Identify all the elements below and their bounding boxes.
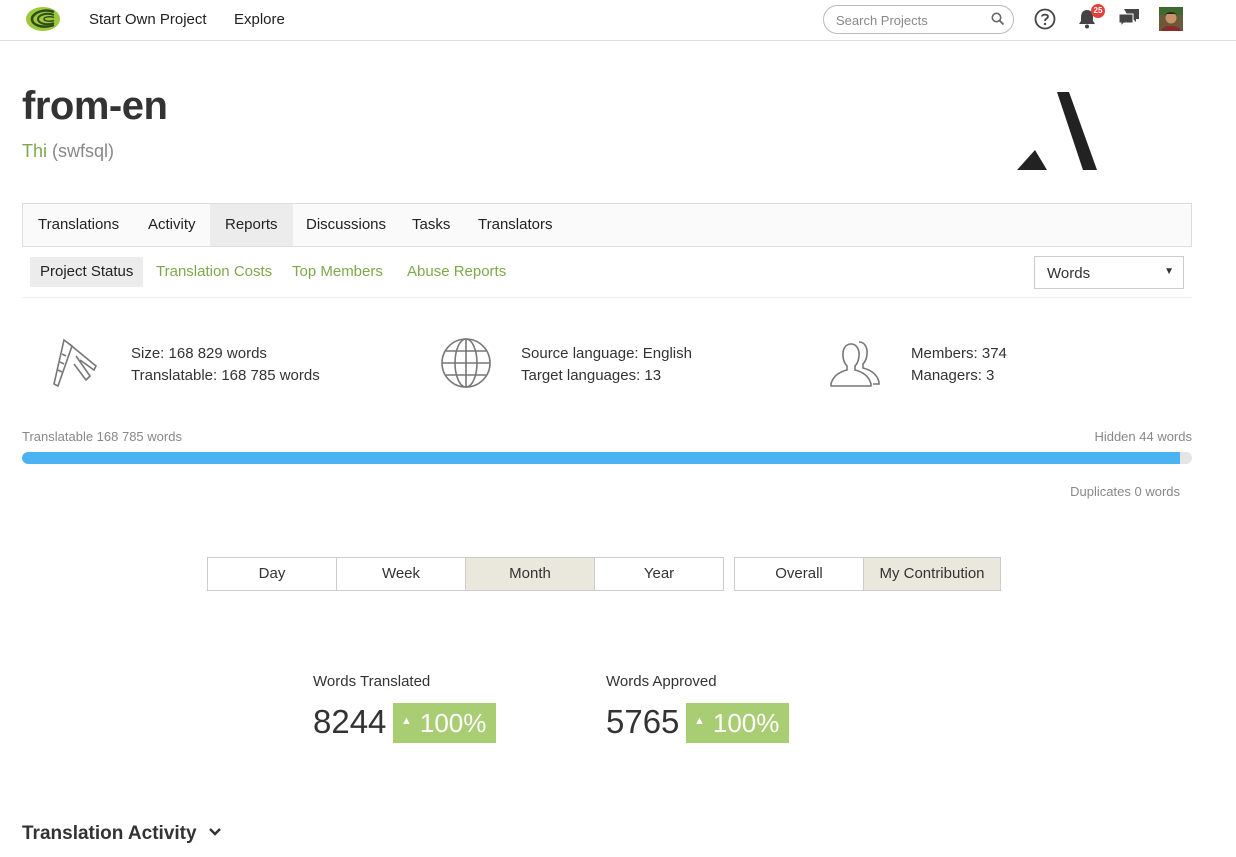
project-size-stats: Size: 168 829 words Translatable: 168 78… [131,343,320,387]
managers-text: Managers: 3 [911,367,995,384]
subtab-top-members[interactable]: Top Members [282,257,393,287]
user-avatar[interactable] [1159,7,1183,31]
period-year-button[interactable]: Year [594,557,724,591]
chevron-down-icon: ▼ [1164,266,1174,277]
tab-tasks[interactable]: Tasks [397,204,465,246]
scope-overall-button[interactable]: Overall [734,557,864,591]
subtab-abuse-reports[interactable]: Abuse Reports [397,257,516,287]
top-navbar: Start Own Project Explore 25 [0,0,1236,41]
progress-translatable-label: Translatable 168 785 words [22,429,182,444]
tab-translations[interactable]: Translations [23,204,134,246]
language-stats: Source language: English Target language… [521,343,692,387]
project-title: from-en [22,84,168,128]
chevron-down-icon[interactable] [208,827,222,837]
project-owner: Thi (swfsql) [22,141,114,162]
triangle-up-icon: ▲ [401,715,412,728]
search-box[interactable] [823,5,1014,34]
triangle-up-icon: ▲ [694,715,705,728]
notification-count-badge: 25 [1091,4,1105,18]
translation-activity-title: Translation Activity [22,823,197,844]
size-text: Size: 168 829 words [131,345,267,362]
words-translated-value: 8244 [313,703,387,740]
words-translated-change: 100% [419,708,487,738]
words-translated-label: Words Translated [313,673,431,690]
progress-hidden-label: Hidden 44 words [1094,429,1192,444]
tab-reports[interactable]: Reports [210,204,293,246]
owner-name-link[interactable]: Thi [22,141,47,161]
words-translated-change-badge: ▲ 100% [393,703,497,743]
period-week-button[interactable]: Week [336,557,466,591]
words-approved-change: 100% [712,708,780,738]
search-input[interactable] [836,11,986,29]
members-icon [830,341,880,387]
crowdin-logo-icon[interactable] [24,5,62,33]
target-languages-text: Target languages: 13 [521,367,662,384]
nav-start-own-project[interactable]: Start Own Project [89,11,207,28]
period-month-button[interactable]: Month [465,557,595,591]
tab-translators[interactable]: Translators [463,204,567,246]
project-tabs: Translations Activity Reports Discussion… [22,203,1192,247]
owner-handle: (swfsql) [52,141,115,161]
words-approved-label: Words Approved [606,673,717,690]
subtab-project-status[interactable]: Project Status [30,257,144,287]
members-text: Members: 374 [911,345,1007,362]
nav-explore[interactable]: Explore [234,11,285,28]
tab-discussions[interactable]: Discussions [291,204,401,246]
caliper-icon [53,338,98,388]
search-icon[interactable] [991,12,1005,26]
messages-icon[interactable] [1118,8,1140,28]
translatable-progress-bar [22,452,1192,464]
translatable-text: Translatable: 168 785 words [131,367,320,384]
project-logo-icon [1017,92,1097,170]
scope-my-contribution-button[interactable]: My Contribution [863,557,1001,591]
help-icon[interactable] [1034,8,1056,30]
period-day-button[interactable]: Day [207,557,337,591]
tab-activity[interactable]: Activity [133,204,211,246]
source-language-text: Source language: English [521,345,692,362]
member-stats: Members: 374 Managers: 3 [911,343,1007,387]
duplicates-label: Duplicates 0 words [1070,484,1180,499]
words-approved-change-badge: ▲ 100% [686,703,790,743]
words-approved-value: 5765 [606,703,680,740]
report-subtabs: Project Status Translation Costs Top Mem… [22,256,1192,298]
subtab-translation-costs[interactable]: Translation Costs [146,257,282,287]
unit-select[interactable]: Words ▼ [1034,256,1184,289]
globe-icon [441,338,491,388]
translation-activity-header[interactable]: Translation Activity [22,823,222,845]
progress-fill [22,452,1181,464]
unit-select-value: Words [1047,265,1091,282]
